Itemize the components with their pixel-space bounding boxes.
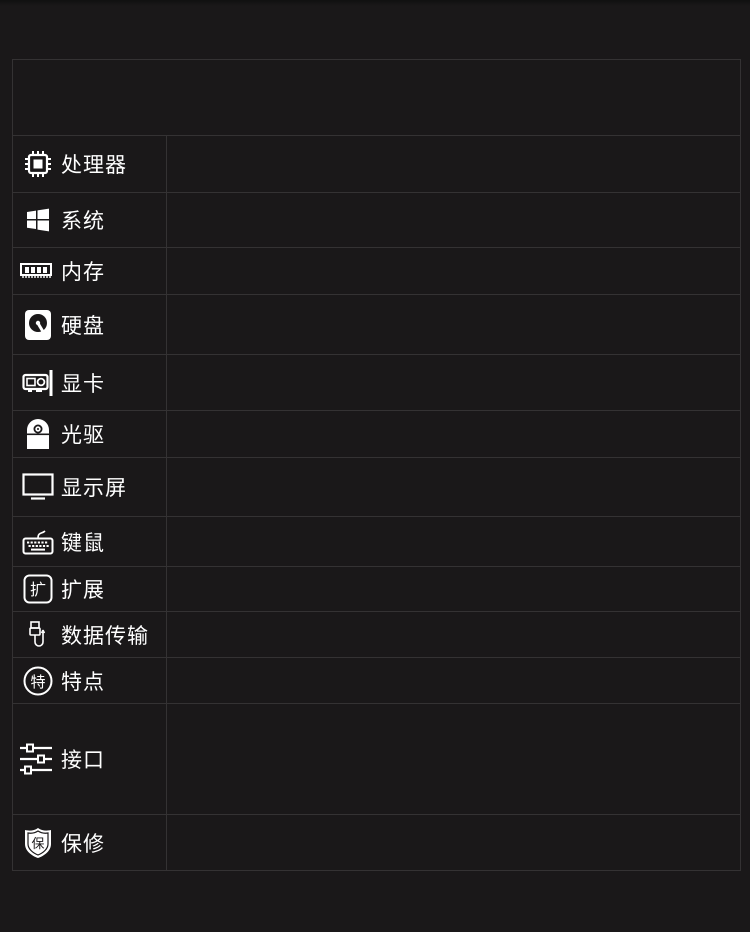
spec-value-cell	[167, 567, 740, 611]
usb-plug-icon	[21, 618, 55, 652]
spec-label: 处理器	[61, 153, 127, 177]
sliders-icon	[19, 742, 53, 776]
spec-row-memory: 内存	[13, 248, 740, 295]
spec-value-cell	[167, 248, 740, 294]
spec-label-cell: 光驱	[13, 411, 167, 457]
spec-label: 系统	[61, 209, 105, 233]
spec-row-expansion: 扩 扩展	[13, 567, 740, 612]
spec-label-cell: 内存	[13, 248, 167, 294]
warranty-shield-icon: 保	[21, 826, 55, 860]
spec-value-cell	[167, 517, 740, 566]
spec-row-warranty: 保 保修	[13, 815, 740, 870]
spec-table: 处理器 系统 内存 硬盘 显卡 光驱 显示屏 键鼠 扩 扩展 数据传输 特 特点…	[12, 59, 741, 871]
optical-drive-icon	[21, 417, 55, 451]
spec-label-cell: 硬盘	[13, 295, 167, 354]
spec-label-cell: 数据传输	[13, 612, 167, 657]
spec-label: 显卡	[61, 371, 105, 396]
top-shade	[0, 0, 750, 6]
memory-module-icon	[19, 254, 53, 288]
spec-label: 内存	[61, 260, 105, 284]
spec-row-optical-drive: 光驱	[13, 411, 740, 458]
spec-value-cell	[167, 658, 740, 703]
keyboard-icon	[21, 525, 55, 559]
spec-row-features: 特 特点	[13, 658, 740, 704]
svg-text:保: 保	[31, 837, 44, 852]
spec-value-cell	[167, 458, 740, 516]
spec-row-processor: 处理器	[13, 136, 740, 193]
table-header-row	[13, 60, 740, 136]
spec-value-cell	[167, 815, 740, 870]
expansion-icon: 扩	[21, 572, 55, 606]
spec-label-cell: 系统	[13, 193, 167, 247]
spec-value-cell	[167, 704, 740, 814]
spec-label: 特点	[61, 669, 105, 694]
spec-label: 显示屏	[61, 476, 127, 500]
spec-label: 数据传输	[61, 623, 149, 648]
spec-label-cell: 接口	[13, 704, 167, 814]
spec-value-cell	[167, 411, 740, 457]
spec-label: 扩展	[61, 578, 105, 602]
spec-row-data-transfer: 数据传输	[13, 612, 740, 658]
spec-value-cell	[167, 355, 740, 410]
windows-logo-icon	[21, 203, 55, 237]
graphics-card-icon	[21, 366, 55, 400]
spec-row-monitor: 显示屏	[13, 458, 740, 517]
spec-label: 键鼠	[61, 530, 105, 555]
spec-value-cell	[167, 193, 740, 247]
spec-label-cell: 显卡	[13, 355, 167, 410]
spec-row-ports: 接口	[13, 704, 740, 815]
spec-label-cell: 扩 扩展	[13, 567, 167, 611]
svg-text:扩: 扩	[30, 580, 46, 599]
spec-value-cell	[167, 136, 740, 192]
feature-badge-icon: 特	[21, 664, 55, 698]
spec-label: 光驱	[61, 423, 105, 447]
spec-row-hard-disk: 硬盘	[13, 295, 740, 355]
spec-label-cell: 保 保修	[13, 815, 167, 870]
hard-disk-icon	[21, 308, 55, 342]
spec-label: 保修	[61, 831, 105, 856]
spec-value-cell	[167, 612, 740, 657]
spec-label: 硬盘	[61, 313, 105, 338]
spec-label-cell: 特 特点	[13, 658, 167, 703]
spec-label: 接口	[61, 748, 105, 772]
spec-label-cell: 显示屏	[13, 458, 167, 516]
cpu-icon	[21, 147, 55, 181]
spec-row-graphics-card: 显卡	[13, 355, 740, 411]
spec-label-cell: 键鼠	[13, 517, 167, 566]
spec-row-keyboard-mouse: 键鼠	[13, 517, 740, 567]
svg-text:特: 特	[30, 673, 45, 691]
spec-label-cell: 处理器	[13, 136, 167, 192]
spec-row-system: 系统	[13, 193, 740, 248]
spec-value-cell	[167, 295, 740, 354]
monitor-icon	[21, 470, 55, 504]
